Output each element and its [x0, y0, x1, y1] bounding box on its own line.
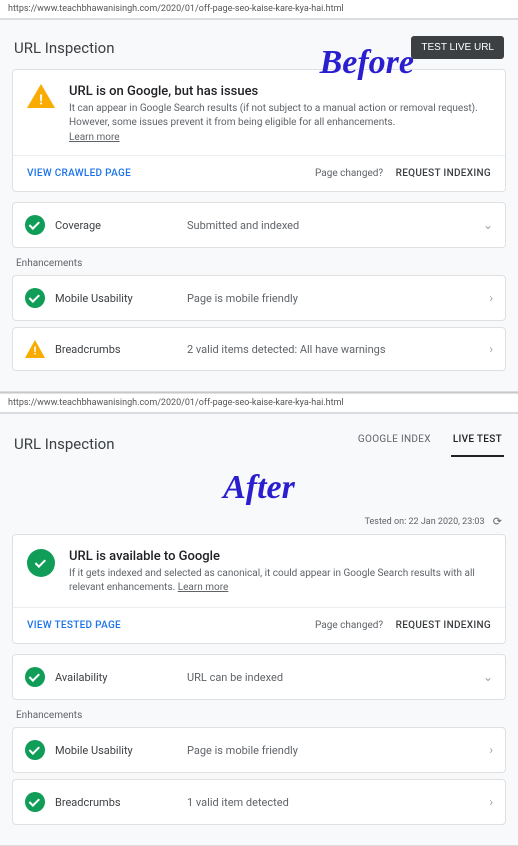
breadcrumbs-row[interactable]: ! Breadcrumbs 2 valid items detected: Al… — [12, 327, 506, 371]
header-row: URL Inspection TEST LIVE URL — [10, 28, 508, 69]
page-title: URL Inspection — [14, 435, 115, 453]
breadcrumbs-label: Breadcrumbs — [55, 343, 177, 356]
availability-label: Availability — [55, 671, 177, 684]
refresh-icon[interactable]: ⟳ — [493, 515, 502, 528]
chevron-down-icon: ⌄ — [483, 670, 493, 684]
mobile-usability-label: Mobile Usability — [55, 744, 177, 757]
tested-on: Tested on: 22 Jan 2020, 23:03 ⟳ — [10, 513, 508, 534]
availability-status: URL can be indexed — [187, 671, 473, 684]
check-icon — [27, 549, 55, 577]
tabs: GOOGLE INDEX LIVE TEST — [356, 430, 504, 457]
breadcrumbs-status: 2 valid items detected: All have warning… — [187, 343, 479, 356]
availability-row[interactable]: Availability URL can be indexed ⌄ — [12, 654, 506, 700]
coverage-status: Submitted and indexed — [187, 219, 473, 232]
breadcrumbs-status: 1 valid item detected — [187, 796, 479, 809]
enhancements-label: Enhancements — [10, 254, 508, 275]
status-title: URL is on Google, but has issues — [69, 84, 489, 99]
status-title: URL is available to Google — [69, 549, 489, 564]
learn-more-link[interactable]: Learn more — [69, 132, 120, 143]
warning-icon: ! — [25, 340, 45, 358]
request-indexing-button[interactable]: REQUEST INDEXING — [396, 168, 491, 179]
mobile-usability-status: Page is mobile friendly — [187, 744, 479, 757]
before-panel: URL Inspection TEST LIVE URL Before ! UR… — [0, 19, 518, 392]
coverage-label: Coverage — [55, 219, 177, 232]
chevron-right-icon: › — [489, 795, 493, 809]
mobile-usability-label: Mobile Usability — [55, 292, 177, 305]
check-icon — [25, 740, 45, 760]
status-card: ! URL is on Google, but has issues It ca… — [12, 69, 506, 192]
chevron-right-icon: › — [489, 743, 493, 757]
page-changed-label: Page changed? — [315, 620, 383, 631]
breadcrumbs-row[interactable]: Breadcrumbs 1 valid item detected › — [12, 779, 506, 825]
chevron-right-icon: › — [489, 291, 493, 305]
breadcrumbs-label: Breadcrumbs — [55, 796, 177, 809]
header-row: URL Inspection GOOGLE INDEX LIVE TEST — [10, 422, 508, 467]
view-crawled-page-button[interactable]: VIEW CRAWLED PAGE — [27, 168, 131, 179]
request-indexing-button[interactable]: REQUEST INDEXING — [396, 620, 491, 631]
check-icon — [25, 667, 45, 687]
page-changed-label: Page changed? — [315, 168, 383, 179]
tab-live-test[interactable]: LIVE TEST — [451, 430, 504, 457]
check-icon — [25, 792, 45, 812]
mobile-usability-row[interactable]: Mobile Usability Page is mobile friendly… — [12, 727, 506, 773]
status-description: If it gets indexed and selected as canon… — [69, 568, 475, 593]
check-icon — [25, 288, 45, 308]
url-bar: https://www.teachbhawanisingh.com/2020/0… — [0, 394, 518, 413]
chevron-down-icon: ⌄ — [483, 218, 493, 232]
after-panel: URL Inspection GOOGLE INDEX LIVE TEST Af… — [0, 413, 518, 846]
warning-icon: ! — [27, 84, 55, 108]
status-card: URL is available to Google If it gets in… — [12, 534, 506, 644]
after-annotation: After — [10, 469, 508, 507]
mobile-usability-status: Page is mobile friendly — [187, 292, 479, 305]
chevron-right-icon: › — [489, 342, 493, 356]
enhancements-label: Enhancements — [10, 706, 508, 727]
learn-more-link[interactable]: Learn more — [178, 582, 229, 593]
page-title: URL Inspection — [14, 39, 115, 57]
status-description: It can appear in Google Search results (… — [69, 102, 489, 130]
check-icon — [25, 215, 45, 235]
view-tested-page-button[interactable]: VIEW TESTED PAGE — [27, 620, 121, 631]
test-live-url-button[interactable]: TEST LIVE URL — [411, 36, 504, 59]
coverage-row[interactable]: Coverage Submitted and indexed ⌄ — [12, 202, 506, 248]
url-bar: https://www.teachbhawanisingh.com/2020/0… — [0, 0, 518, 19]
mobile-usability-row[interactable]: Mobile Usability Page is mobile friendly… — [12, 275, 506, 321]
tab-google-index[interactable]: GOOGLE INDEX — [356, 430, 433, 457]
